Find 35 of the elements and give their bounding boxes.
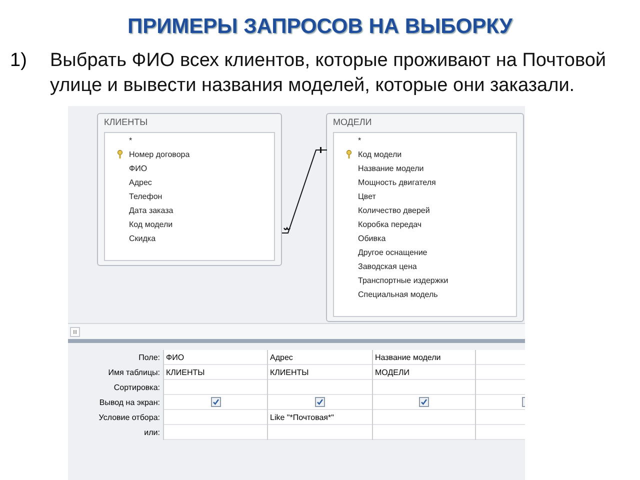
field-name[interactable]: Код модели: [358, 150, 402, 159]
row-label: Поле:: [138, 352, 161, 364]
field-name[interactable]: Специальная модель: [358, 290, 438, 299]
field-name[interactable]: ФИО: [129, 164, 148, 173]
field-name[interactable]: Мощность двигателя: [358, 178, 436, 187]
table-title: КЛИЕНТЫ: [104, 116, 149, 130]
field-name[interactable]: Номер договора: [129, 150, 190, 159]
field-name[interactable]: Транспортные издержки: [358, 276, 448, 285]
task-text: Выбрать ФИО всех клиентов, которые проживают на Почтовой улице и вывести названия моделей, которые они заказали.: [50, 49, 608, 98]
row-label: Вывод на экран:: [98, 397, 161, 410]
row-label: Имя таблицы:: [107, 367, 161, 380]
field-name[interactable]: Дата заказа: [129, 206, 174, 215]
field-name[interactable]: Другое оснащение: [358, 248, 428, 257]
field-name[interactable]: Заводская цена: [358, 262, 417, 271]
row-label: Сортировка:: [112, 382, 161, 394]
slide-title: ПРИМЕРЫ ЗАПРОСОВ НА ВЫБОРКУ: [126, 14, 514, 40]
field-name[interactable]: Цвет: [358, 192, 376, 201]
field-name[interactable]: *: [129, 136, 132, 145]
grip-icon[interactable]: [70, 326, 80, 337]
table-title: МОДЕЛИ: [333, 116, 373, 130]
row-label: Условие отбора:: [98, 412, 161, 424]
show-checkbox[interactable]: [210, 397, 220, 408]
field-name[interactable]: Телефон: [129, 192, 162, 201]
field-name[interactable]: Скидка: [129, 234, 156, 243]
field-name[interactable]: Количество дверей: [358, 206, 430, 215]
show-checkbox[interactable]: [315, 397, 325, 408]
show-checkbox[interactable]: [419, 397, 429, 408]
field-name[interactable]: Адрес: [129, 178, 152, 187]
row-label: или:: [143, 427, 161, 440]
list-number: 1): [10, 49, 28, 74]
field-name[interactable]: Обивка: [358, 234, 386, 243]
field-name[interactable]: *: [358, 136, 362, 145]
field-name[interactable]: Код модели: [129, 220, 173, 229]
field-name[interactable]: Название модели: [358, 164, 424, 173]
field-name[interactable]: Коробка передач: [358, 220, 422, 229]
